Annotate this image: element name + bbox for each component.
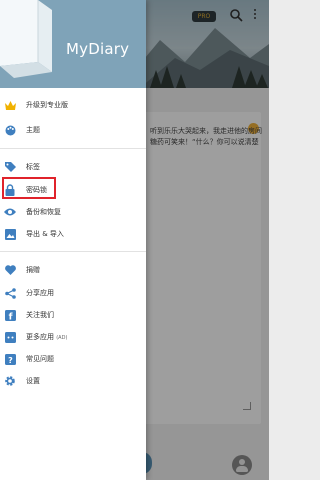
- menu-item-backup-label: 备份和恢复: [26, 208, 61, 216]
- menu-item-upgrade-label: 升级到专业版: [26, 101, 68, 109]
- menu-item-faq-label: 常见问题: [26, 355, 54, 363]
- menu-item-settings-label: 设置: [26, 377, 40, 385]
- menu-item-upgrade[interactable]: 升级到专业版: [0, 94, 146, 116]
- menu-divider: [0, 251, 146, 252]
- menu-item-theme[interactable]: 主题: [0, 119, 146, 141]
- highlight-box: [2, 177, 56, 199]
- tag-icon: [4, 161, 16, 173]
- app-root: PRO 听到乐乐大哭起来，我走进他的房间 糖药可笑来！“什么？你可以说清楚 My…: [0, 0, 269, 480]
- menu-item-settings[interactable]: 设置: [0, 370, 146, 392]
- image-icon: [4, 228, 16, 240]
- menu-item-donate[interactable]: 捐赠: [0, 259, 146, 281]
- menu-item-follow[interactable]: f 关注我们: [0, 304, 146, 326]
- heart-icon: [4, 264, 16, 276]
- menu-item-share-label: 分享应用: [26, 289, 54, 297]
- menu-item-more-apps[interactable]: 更多应用 (AD): [0, 326, 146, 348]
- menu-item-tags-label: 标签: [26, 163, 40, 171]
- menu-item-more-apps-label: 更多应用 (AD): [26, 326, 67, 349]
- navigation-drawer: MyDiary 升级到专业版 主题 标签 密码锁 备份和恢复 导出 & 导入 捐…: [0, 0, 146, 480]
- menu-item-export-label: 导出 & 导入: [26, 230, 64, 238]
- menu-item-faq[interactable]: ? 常见问题: [0, 348, 146, 370]
- ad-badge: (AD): [56, 335, 68, 341]
- svg-text:f: f: [8, 312, 12, 320]
- help-icon: ?: [4, 353, 16, 365]
- menu-item-share[interactable]: 分享应用: [0, 282, 146, 304]
- menu-item-follow-label: 关注我们: [26, 311, 54, 319]
- menu-item-backup[interactable]: 备份和恢复: [0, 201, 146, 223]
- share-icon: [4, 287, 16, 299]
- drawer-header: MyDiary: [0, 0, 146, 88]
- menu-divider: [0, 148, 146, 149]
- palette-icon: [4, 124, 16, 136]
- crown-icon: [4, 99, 16, 111]
- menu-item-donate-label: 捐赠: [26, 266, 40, 274]
- menu-item-export[interactable]: 导出 & 导入: [0, 223, 146, 245]
- facebook-icon: f: [4, 309, 16, 321]
- app-logo: MyDiary: [66, 40, 130, 58]
- menu-item-theme-label: 主题: [26, 126, 40, 134]
- apps-icon: [4, 331, 16, 343]
- more-apps-text: 更多应用: [26, 333, 54, 341]
- svg-text:?: ?: [8, 356, 13, 365]
- eye-icon: [4, 206, 16, 218]
- gear-icon: [4, 375, 16, 387]
- menu-item-tags[interactable]: 标签: [0, 156, 146, 178]
